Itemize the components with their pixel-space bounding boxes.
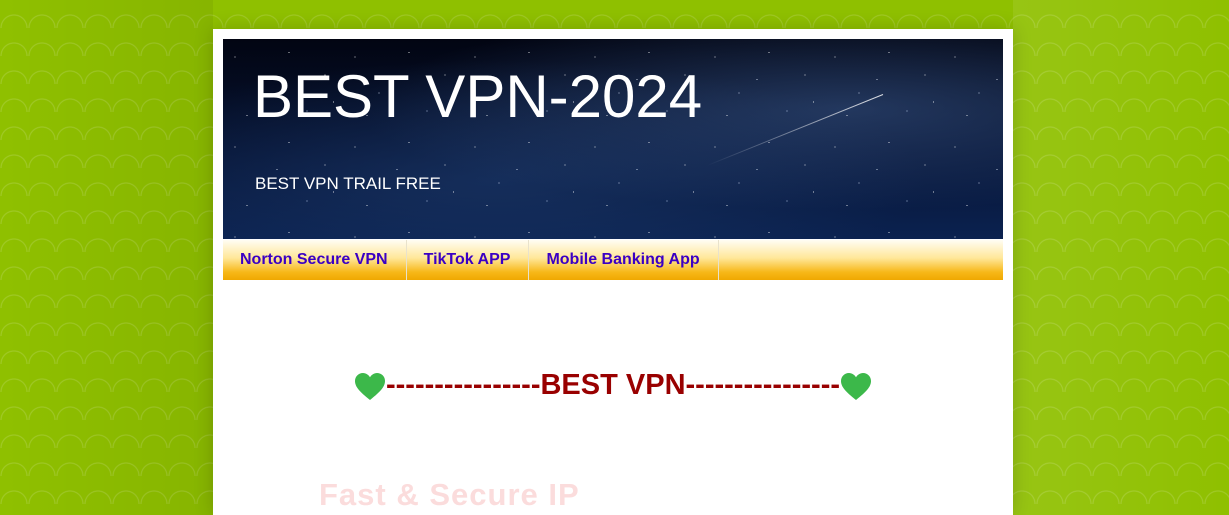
site-description: BEST VPN TRAIL FREE xyxy=(255,174,441,193)
navigation-bar: Norton Secure VPN TikTok APP Mobile Bank… xyxy=(223,240,1003,280)
header-banner: BEST VPN-2024 BEST VPN TRAIL FREE xyxy=(223,39,1003,239)
post-subtitle: Fast & Secure IP xyxy=(319,477,580,512)
nav-item-norton-secure-vpn[interactable]: Norton Secure VPN xyxy=(223,240,407,280)
nav-item-tiktok-app[interactable]: TikTok APP xyxy=(407,240,530,280)
post-heading: ----------------BEST VPN---------------- xyxy=(213,369,1013,402)
post-heading-text: ----------------BEST VPN---------------- xyxy=(385,369,841,401)
page-container: BEST VPN-2024 BEST VPN TRAIL FREE Norton… xyxy=(213,29,1013,515)
site-title[interactable]: BEST VPN-2024 xyxy=(253,61,702,133)
background-pattern-left xyxy=(0,0,213,515)
green-heart-icon xyxy=(841,372,872,400)
green-heart-icon xyxy=(354,372,385,400)
background-pattern-right xyxy=(1013,0,1229,515)
nav-item-mobile-banking-app[interactable]: Mobile Banking App xyxy=(529,240,719,280)
